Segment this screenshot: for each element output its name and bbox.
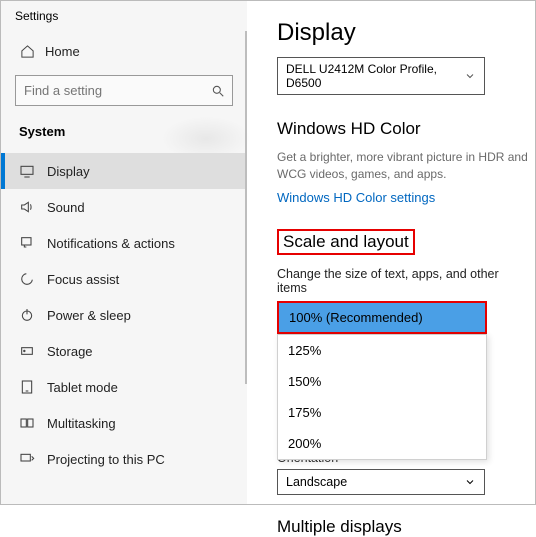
home-label: Home <box>45 44 80 59</box>
nav-focus-assist[interactable]: Focus assist <box>1 261 247 297</box>
nav-label: Projecting to this PC <box>47 452 165 467</box>
nav-multitasking[interactable]: Multitasking <box>1 405 247 441</box>
settings-window: Settings Home System Display Sound <box>0 0 536 505</box>
page-title: Display <box>277 19 529 47</box>
sound-icon <box>19 199 35 215</box>
orientation-select[interactable]: Landscape <box>277 469 485 495</box>
tablet-icon <box>19 379 35 395</box>
hd-color-heading: Windows HD Color <box>277 119 529 139</box>
scale-heading-wrap: Scale and layout <box>277 229 529 255</box>
orientation-block: Orientation Landscape <box>277 458 529 495</box>
scale-heading: Scale and layout <box>277 229 415 255</box>
search-input[interactable] <box>15 75 233 106</box>
scale-dropdown[interactable]: 100% (Recommended) 125% 150% 175% 200% <box>277 301 487 334</box>
nav-label: Multitasking <box>47 416 116 431</box>
scale-selected[interactable]: 100% (Recommended) <box>279 303 485 332</box>
nav-label: Notifications & actions <box>47 236 175 251</box>
home-nav[interactable]: Home <box>1 33 247 69</box>
chevron-down-icon <box>464 70 476 82</box>
nav-notifications[interactable]: Notifications & actions <box>1 225 247 261</box>
projecting-icon <box>19 451 35 467</box>
hd-color-desc: Get a brighter, more vibrant picture in … <box>277 149 529 184</box>
display-icon <box>19 163 35 179</box>
color-profile-value: DELL U2412M Color Profile, D6500 <box>286 62 464 90</box>
scale-option[interactable]: 200% <box>278 428 486 459</box>
scale-option[interactable]: 150% <box>278 366 486 397</box>
nav-label: Tablet mode <box>47 380 118 395</box>
scale-option[interactable]: 175% <box>278 397 486 428</box>
nav-sound[interactable]: Sound <box>1 189 247 225</box>
sidebar: Settings Home System Display Sound <box>1 1 247 504</box>
section-system: System <box>1 118 247 153</box>
nav-label: Power & sleep <box>47 308 131 323</box>
notifications-icon <box>19 235 35 251</box>
multiple-displays-heading: Multiple displays <box>277 517 529 537</box>
multitasking-icon <box>19 415 35 431</box>
nav-tablet[interactable]: Tablet mode <box>1 369 247 405</box>
power-icon <box>19 307 35 323</box>
hd-color-link[interactable]: Windows HD Color settings <box>277 190 435 205</box>
nav-list: Display Sound Notifications & actions Fo… <box>1 153 247 477</box>
chevron-down-icon <box>464 476 476 488</box>
nav-label: Display <box>47 164 90 179</box>
main-pane: Display DELL U2412M Color Profile, D6500… <box>247 1 535 504</box>
nav-label: Storage <box>47 344 93 359</box>
focus-icon <box>19 271 35 287</box>
scale-label: Change the size of text, apps, and other… <box>277 267 529 295</box>
storage-icon <box>19 343 35 359</box>
nav-label: Sound <box>47 200 85 215</box>
nav-display[interactable]: Display <box>1 153 247 189</box>
search-icon <box>211 84 225 98</box>
nav-storage[interactable]: Storage <box>1 333 247 369</box>
nav-projecting[interactable]: Projecting to this PC <box>1 441 247 477</box>
search-box[interactable] <box>15 75 233 106</box>
scale-options-panel: 125% 150% 175% 200% <box>277 334 487 460</box>
nav-power[interactable]: Power & sleep <box>1 297 247 333</box>
scale-highlight-box: 100% (Recommended) <box>277 301 487 334</box>
scale-option[interactable]: 125% <box>278 335 486 366</box>
home-icon <box>19 43 35 59</box>
orientation-value: Landscape <box>286 475 347 489</box>
window-title: Settings <box>1 1 247 33</box>
color-profile-select[interactable]: DELL U2412M Color Profile, D6500 <box>277 57 485 95</box>
nav-label: Focus assist <box>47 272 119 287</box>
